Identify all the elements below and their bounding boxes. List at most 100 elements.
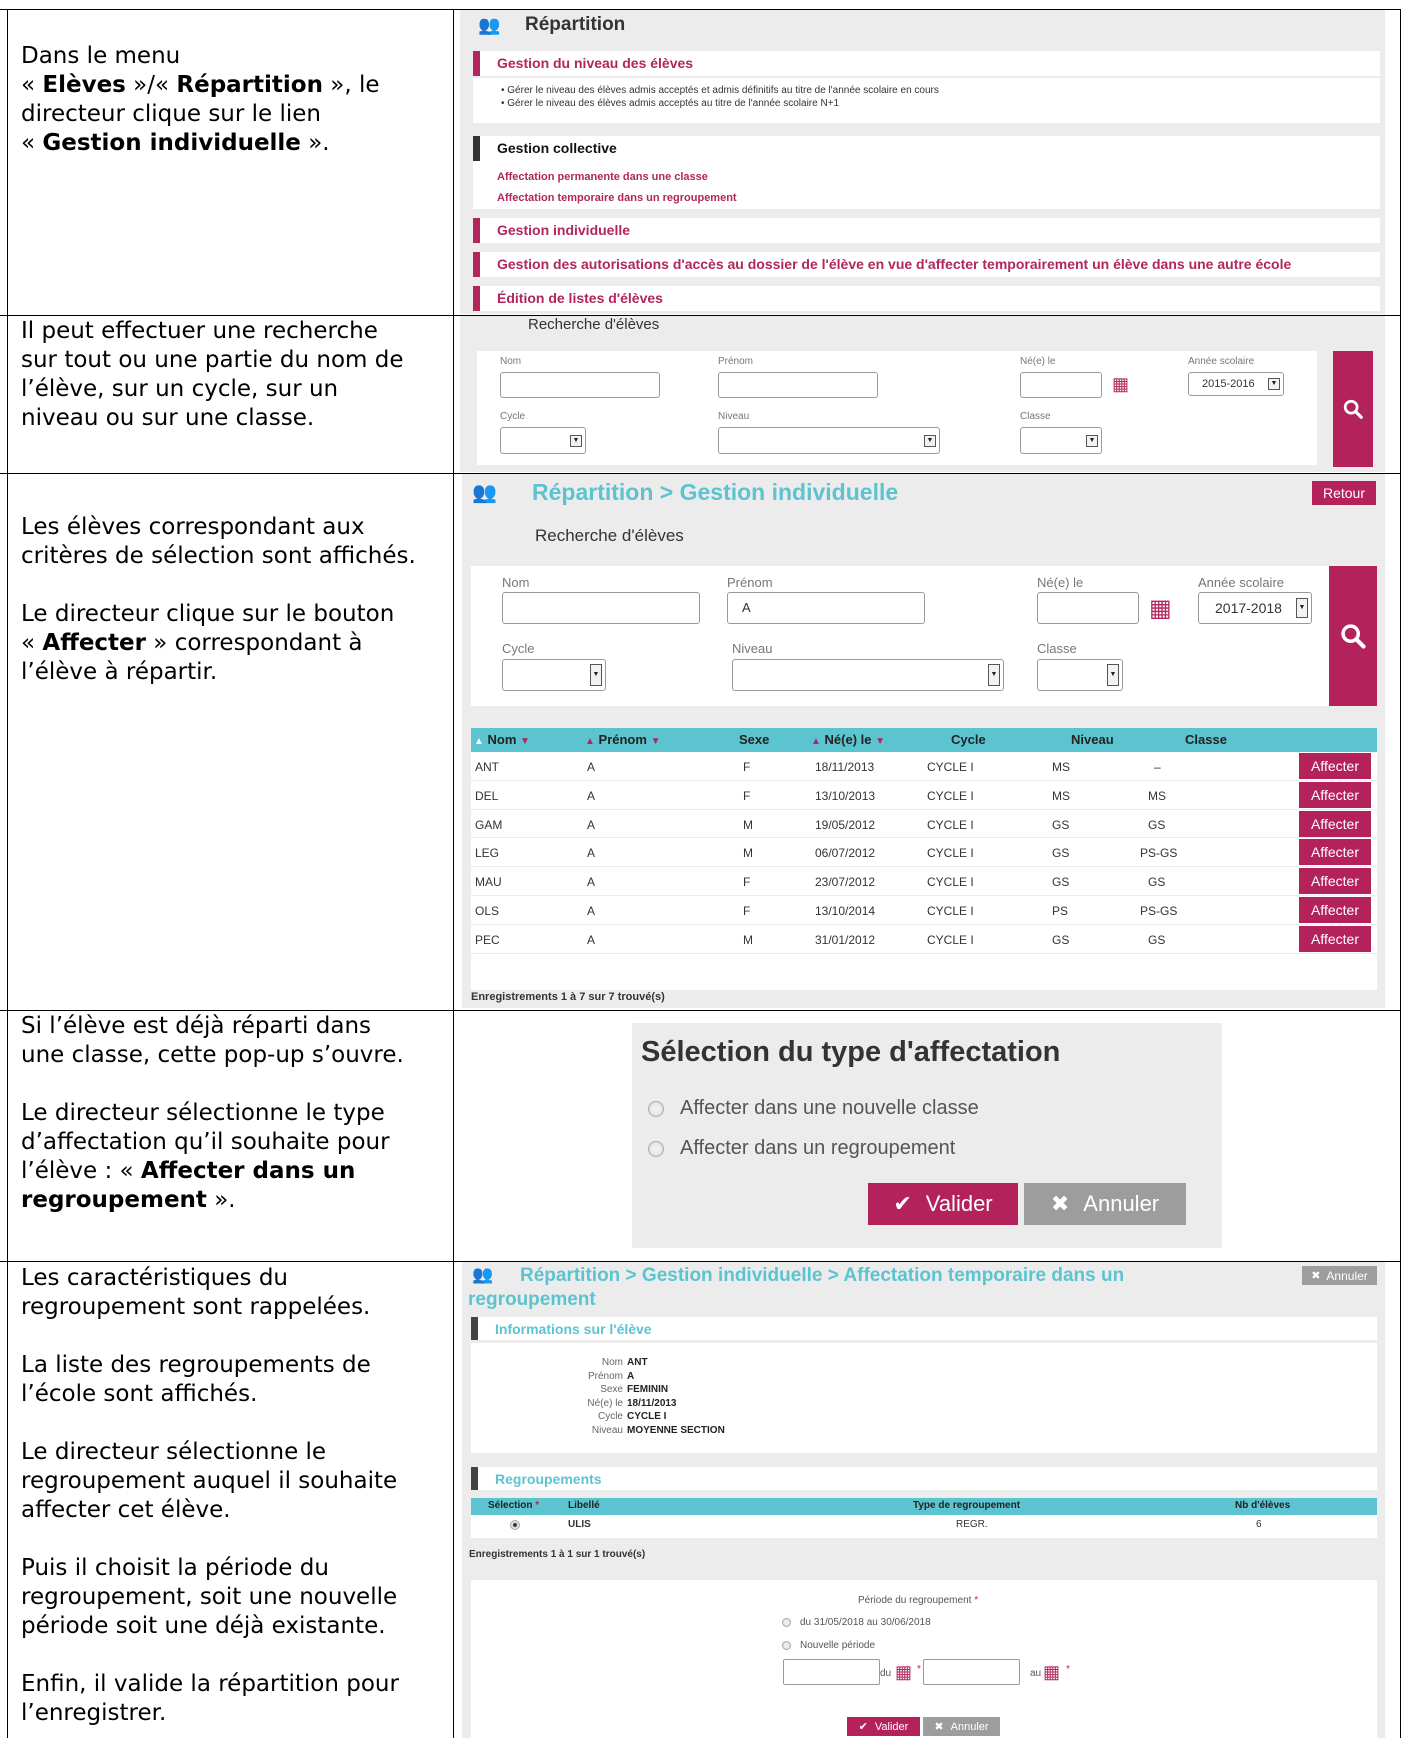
niveau-select[interactable]: ▼ [732, 659, 1004, 691]
valider-button[interactable]: ✔ Valider [868, 1183, 1018, 1225]
info-row: Nom ANT [471, 1357, 871, 1370]
table-cell-prenom: A [587, 932, 596, 947]
niveau-item[interactable]: • Gérer le niveau des élèves admis accep… [501, 97, 1380, 110]
cycle-label: Cycle [500, 411, 526, 422]
affecter-button[interactable]: Affecter [1299, 925, 1371, 952]
table-cell-prenom: A [587, 817, 596, 832]
valider-button[interactable]: ✔ Valider [847, 1717, 920, 1736]
page-title: Répartition > Gestion individuelle > Aff… [468, 1265, 1125, 1310]
column-header[interactable]: Nom [488, 732, 517, 747]
prenom-input[interactable] [718, 372, 878, 398]
radio-nouvelle-periode[interactable]: Nouvelle période [782, 1640, 875, 1651]
table-cell-ne: 31/01/2012 [815, 932, 876, 947]
table-row: DEL A F 13/10/2013 CYCLE I MS MS Affecter [471, 781, 1377, 810]
affecter-button[interactable]: Affecter [1299, 839, 1371, 866]
nom-label: Nom [500, 356, 522, 367]
table-cell-sexe: M [743, 817, 753, 832]
chevron-down-icon: ▼ [1296, 598, 1308, 618]
calendar-icon[interactable]: ▦ [1043, 1662, 1060, 1683]
instruction-line: Le directeur sélectionne le [21, 1439, 327, 1465]
column-header[interactable]: Prénom [599, 732, 647, 747]
link-affectation-temporaire[interactable]: Affectation temporaire dans un regroupem… [497, 188, 1380, 209]
instruction-line [21, 1070, 404, 1099]
ne-input[interactable] [1020, 372, 1102, 398]
retour-button[interactable]: Retour [1312, 481, 1376, 505]
radio-regroupement[interactable]: Affecter dans un regroupement [648, 1137, 955, 1160]
annuler-button[interactable]: ✖ Annuler [923, 1717, 1000, 1736]
date-fin-input[interactable] [923, 1659, 1020, 1685]
calendar-icon[interactable]: ▦ [1149, 594, 1172, 623]
cycle-select[interactable]: ▼ [502, 659, 606, 691]
affecter-button[interactable]: Affecter [1299, 868, 1371, 895]
gestion-individuelle-screenshot: 👥 Répartition > Gestion individuelle Ret… [462, 474, 1385, 1008]
annee-select[interactable]: 2015-2016 ▼ [1188, 372, 1284, 396]
ne-input[interactable] [1037, 592, 1139, 624]
instruction-line: regroupement, soit une nouvelle [21, 1584, 398, 1610]
niveau-item[interactable]: • Gérer le niveau des élèves admis accep… [501, 84, 1380, 97]
instruction-line: Puis il choisit la période du [21, 1555, 329, 1581]
instruction-line: période soit une déjà existante. [21, 1613, 386, 1639]
info-value: ANT [627, 1357, 648, 1368]
affecter-button[interactable]: Affecter [1299, 810, 1371, 837]
info-row: Niveau MOYENNE SECTION [471, 1425, 871, 1438]
table-cell-niveau: MS [1052, 788, 1070, 803]
chevron-down-icon: ▼ [590, 664, 602, 686]
affecter-button[interactable]: Affecter [1299, 781, 1371, 808]
instruction-line: l’élève : « Affecter dans un [21, 1158, 356, 1184]
niveau-items: • Gérer le niveau des élèves admis accep… [473, 78, 1380, 123]
column-header[interactable]: Né(e) le [825, 732, 872, 747]
radio-nouvelle-classe[interactable]: Affecter dans une nouvelle classe [648, 1097, 979, 1120]
close-icon: ✖ [934, 1721, 944, 1733]
nom-input[interactable] [502, 592, 700, 624]
page-title: Répartition > Gestion individuelle [532, 479, 899, 505]
instruction-line: Les élèves correspondant aux [21, 514, 365, 540]
table-cell-niveau: GS [1052, 817, 1070, 832]
annuler-button[interactable]: ✖ Annuler [1024, 1183, 1186, 1225]
niveau-select[interactable]: ▼ [718, 427, 940, 454]
search-button[interactable] [1333, 351, 1373, 467]
affecter-button[interactable]: Affecter [1299, 753, 1371, 779]
link-edition-listes[interactable]: Édition de listes d'élèves [473, 286, 1380, 311]
annee-select[interactable]: 2017-2018 ▼ [1198, 592, 1312, 624]
link-gestion-autorisations[interactable]: Gestion des autorisations d'accès au dos… [473, 252, 1380, 277]
ne-label: Né(e) le [1037, 575, 1084, 590]
calendar-icon[interactable]: ▦ [895, 1662, 912, 1683]
link-affectation-permanente[interactable]: Affectation permanente dans une classe [497, 167, 1380, 188]
instruction-line: l’enregistrer. [21, 1700, 167, 1726]
instruction-line: l’élève à répartir. [21, 659, 218, 685]
classe-select[interactable]: ▼ [1037, 659, 1123, 691]
column-header: Sexe [739, 732, 770, 747]
table-cell-nom: MAU [475, 875, 502, 890]
info-key: Cycle [597, 1411, 623, 1422]
radio-periode-existante[interactable]: du 31/05/2018 au 30/06/2018 [782, 1617, 931, 1628]
date-debut-input[interactable] [783, 1659, 880, 1685]
instruction-text-3: Les élèves correspondant aux critères de … [21, 513, 416, 687]
table-cell-cycle: CYCLE I [927, 875, 974, 890]
annuler-top-button[interactable]: ✖ Annuler [1302, 1266, 1377, 1285]
close-icon: ✖ [1050, 1191, 1070, 1216]
prenom-input[interactable]: A [727, 592, 925, 624]
regroup-footer: Enregistrements 1 à 1 sur 1 trouvé(s) [469, 1549, 646, 1560]
table-cell-sexe: M [743, 932, 753, 947]
table-cell-cycle: CYCLE I [927, 932, 974, 947]
calendar-icon[interactable]: ▦ [1112, 374, 1129, 395]
table-cell-ne: 18/11/2013 [815, 760, 875, 774]
cycle-select[interactable]: ▼ [500, 427, 586, 454]
classe-select[interactable]: ▼ [1020, 427, 1102, 454]
table-cell-nom: LEG [475, 846, 500, 861]
search-button[interactable] [1329, 566, 1377, 706]
table-cell-sexe: M [743, 846, 753, 861]
table-row[interactable]: ULIS REGR. 6 [471, 1516, 1377, 1534]
instruction-line: l’élève, sur un cycle, sur un [21, 376, 339, 402]
table-cell-niveau: MS [1052, 760, 1070, 774]
nom-input[interactable] [500, 372, 660, 398]
radio-selected-icon[interactable] [510, 1520, 520, 1530]
radio-icon [648, 1140, 664, 1157]
info-panel: Nom ANT Prénom A Sexe FEMININ Né(e) le 18/11/20… [471, 1343, 1377, 1453]
table-row: ANT A F 18/11/2013 CYCLE I MS – Affecter [471, 752, 1377, 781]
check-icon: ✔ [858, 1721, 868, 1733]
link-gestion-individuelle[interactable]: Gestion individuelle [473, 218, 1380, 243]
affecter-button[interactable]: Affecter [1299, 897, 1371, 923]
info-section-header: Informations sur l'élève [471, 1317, 1377, 1340]
column-header: Cycle [951, 732, 986, 747]
